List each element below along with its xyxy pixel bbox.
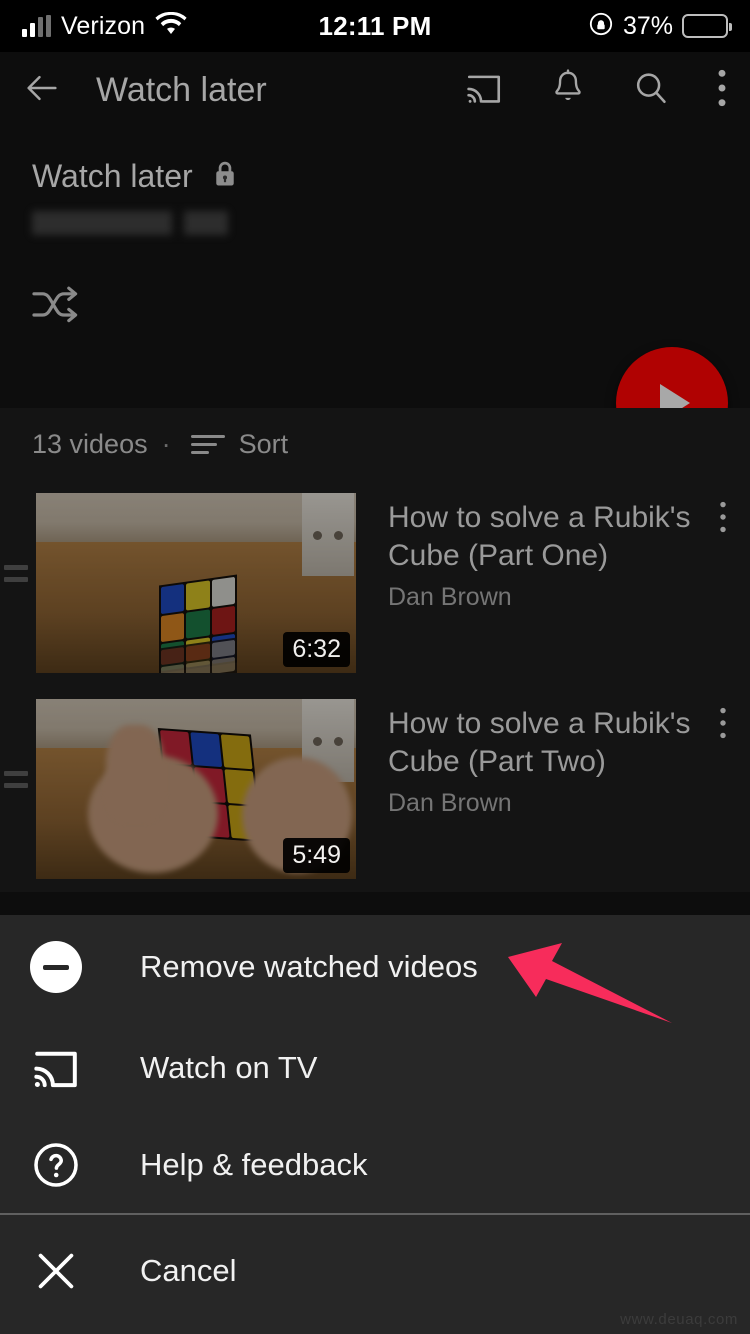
video-info: How to solve a Rubik's Cube (Part One) D…	[356, 493, 750, 612]
status-bar: Verizon 12:11 PM 37%	[0, 0, 750, 52]
menu-item-watch-on-tv[interactable]: Watch on TV	[0, 1019, 750, 1116]
app-bar: Watch later	[0, 52, 750, 128]
video-channel: Dan Brown	[388, 582, 512, 611]
more-vertical-icon[interactable]	[718, 706, 728, 745]
minus-circle-icon	[28, 941, 84, 993]
drag-handle-icon[interactable]	[4, 771, 36, 788]
table-row[interactable]: 6:32 How to solve a Rubik's Cube (Part O…	[0, 480, 750, 686]
search-icon[interactable]	[632, 69, 670, 112]
notifications-bell-icon[interactable]	[550, 68, 586, 112]
video-duration: 5:49	[283, 838, 350, 873]
video-channel: Dan Brown	[388, 788, 512, 817]
back-arrow-icon[interactable]	[22, 68, 62, 113]
carrier-label: Verizon	[61, 11, 146, 40]
battery-percent-label: 37%	[622, 11, 673, 40]
app-bar-title: Watch later	[96, 70, 267, 109]
menu-item-label: Watch on TV	[140, 1049, 318, 1085]
playlist-title-row: Watch later	[0, 128, 750, 195]
meta-separator: ·	[161, 428, 171, 459]
video-duration: 6:32	[283, 632, 350, 667]
menu-item-remove-watched-videos[interactable]: Remove watched videos	[0, 915, 750, 1019]
rotation-lock-icon	[588, 11, 614, 42]
menu-item-label: Cancel	[140, 1253, 237, 1288]
cast-icon	[28, 1045, 84, 1091]
cast-icon[interactable]	[464, 70, 504, 111]
phone-screen: Verizon 12:11 PM 37% Watch later Watch l…	[0, 0, 750, 1334]
table-row[interactable]: 5:49 How to solve a Rubik's Cube (Part T…	[0, 686, 750, 892]
menu-item-label: Remove watched videos	[140, 949, 478, 984]
app-bar-actions	[464, 68, 728, 113]
video-title[interactable]: How to solve a Rubik's Cube (Part One)	[388, 499, 740, 575]
more-vertical-icon[interactable]	[718, 500, 728, 539]
status-bar-right: 37%	[588, 11, 732, 42]
shuffle-icon[interactable]	[30, 283, 750, 334]
video-list: 6:32 How to solve a Rubik's Cube (Part O…	[0, 480, 750, 892]
video-title[interactable]: How to solve a Rubik's Cube (Part Two)	[388, 705, 740, 781]
menu-item-help-and-feedback[interactable]: Help & feedback	[0, 1116, 750, 1213]
list-meta-row: 13 videos · Sort	[0, 408, 750, 480]
playlist-title: Watch later	[32, 158, 193, 194]
help-circle-icon	[28, 1140, 84, 1190]
video-thumbnail[interactable]: 5:49	[36, 699, 356, 879]
sort-icon[interactable]	[190, 434, 225, 454]
video-count-label: 13 videos	[32, 428, 148, 459]
status-bar-left: Verizon	[22, 11, 187, 41]
close-x-icon	[28, 1246, 84, 1296]
playlist-owner-redacted	[32, 211, 228, 235]
lock-icon	[211, 159, 239, 194]
menu-item-label: Help & feedback	[140, 1146, 368, 1182]
video-thumbnail[interactable]: 6:32	[36, 493, 356, 673]
watermark: www.deuaq.com	[620, 1311, 738, 1328]
wifi-icon	[155, 11, 187, 41]
more-vertical-icon[interactable]	[716, 68, 728, 113]
video-info: How to solve a Rubik's Cube (Part Two) D…	[356, 699, 750, 818]
drag-handle-icon[interactable]	[4, 565, 36, 582]
bottom-sheet-menu: Remove watched videos Watch on TV Help &…	[0, 915, 750, 1334]
battery-icon	[682, 14, 732, 38]
sort-label[interactable]: Sort	[239, 429, 289, 460]
signal-bars-icon	[22, 15, 51, 37]
